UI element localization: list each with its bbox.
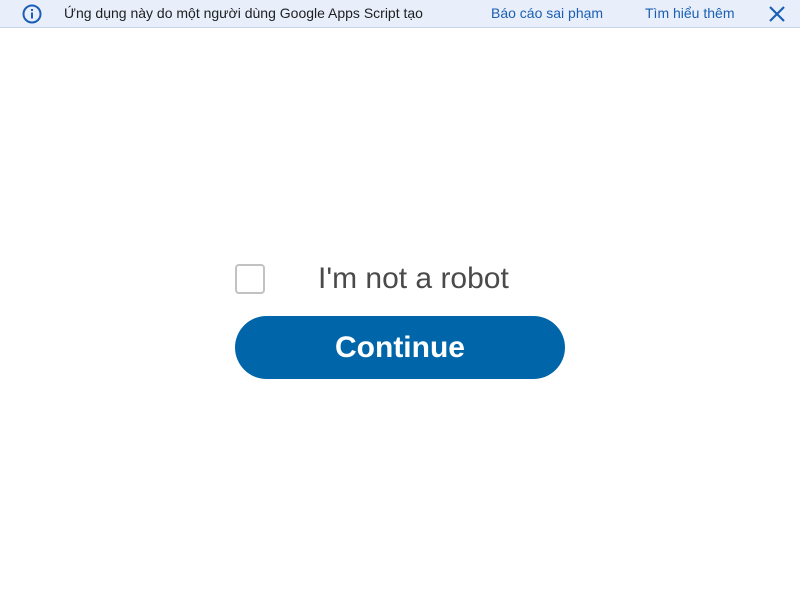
captcha-widget: I'm not a robot: [235, 262, 565, 296]
banner-message: Ứng dụng này do một người dùng Google Ap…: [64, 5, 423, 21]
not-robot-label: I'm not a robot: [318, 262, 509, 295]
report-abuse-link[interactable]: Báo cáo sai phạm: [491, 5, 603, 21]
continue-button[interactable]: Continue: [235, 316, 565, 379]
close-icon[interactable]: [768, 5, 786, 23]
apps-script-warning-banner: Ứng dụng này do một người dùng Google Ap…: [0, 0, 800, 28]
learn-more-link[interactable]: Tìm hiểu thêm: [645, 5, 734, 21]
not-robot-checkbox[interactable]: [235, 264, 265, 294]
info-icon: [22, 4, 42, 24]
